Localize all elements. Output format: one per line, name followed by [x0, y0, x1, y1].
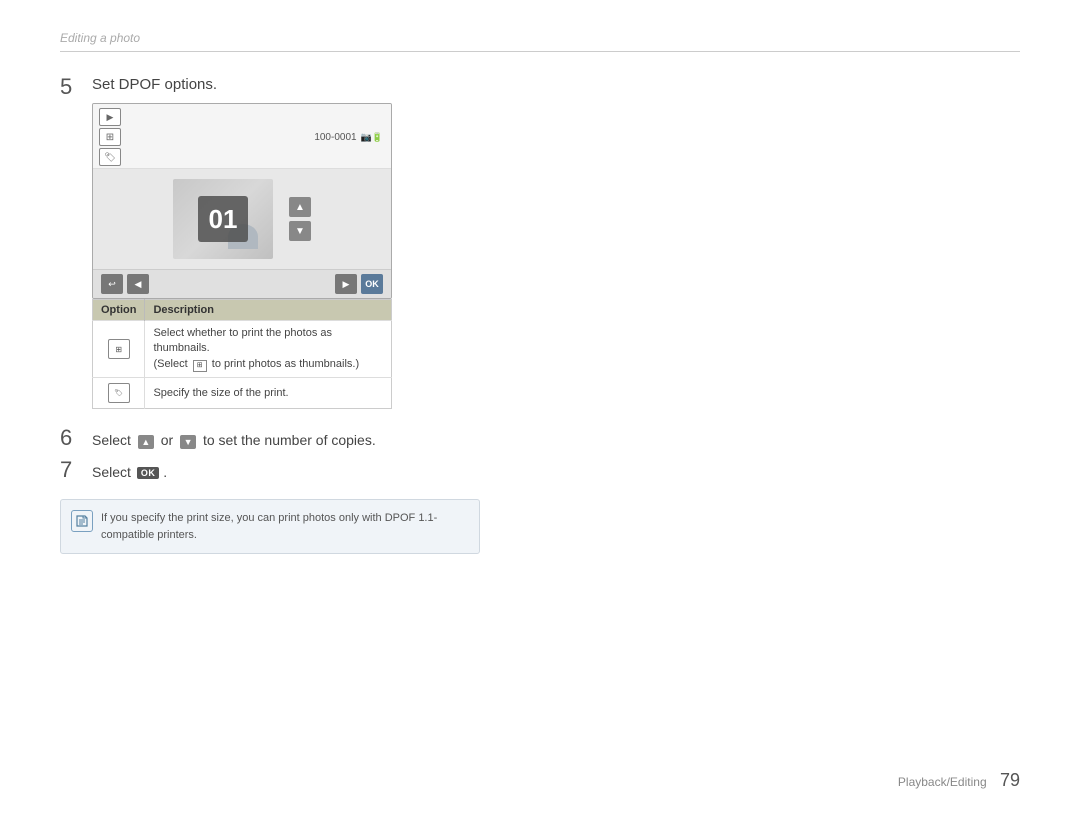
step-7-row: 7 Select OK . [60, 459, 1020, 483]
option-desc-1: Select whether to print the photos as th… [145, 321, 392, 378]
page-footer: Playback/Editing 79 [898, 770, 1020, 791]
thumbnail-icon: ⊞ [108, 339, 130, 359]
back-btn[interactable]: ↩ [101, 274, 123, 294]
play-icon [99, 108, 121, 126]
option-desc-2: Specify the size of the print. [145, 378, 392, 409]
note-icon [71, 510, 93, 532]
note-text: If you specify the print size, you can p… [101, 512, 437, 541]
bottom-left-btns: ↩ ◀ [101, 274, 149, 294]
camera-info-text: 100-0001 📷🔋 [314, 132, 383, 143]
ok-inline-label: OK [137, 467, 160, 479]
arrow-controls: ▲ ▼ [289, 197, 311, 241]
table-row: 🏷 Specify the size of the print. [93, 378, 392, 409]
options-table: Option Description ⊞ Select whether to p… [92, 299, 392, 409]
right-btn[interactable]: ▶ [335, 274, 357, 294]
step-6-text: Select ▲ or ▼ to set the number of copie… [92, 432, 376, 449]
breadcrumb: Editing a photo [60, 30, 1020, 52]
step-5-content: Set DPOF options. 100-0001 📷🔋 [92, 76, 1020, 409]
up-arrow-icon: ▲ [138, 435, 154, 449]
left-btn[interactable]: ◀ [127, 274, 149, 294]
camera-bottom-bar: ↩ ◀ ▶ OK [93, 269, 391, 298]
label-icon [99, 148, 121, 166]
col-description: Description [145, 300, 392, 321]
camera-main-area: 01 ▲ ▼ [93, 169, 391, 269]
camera-top-left-icons [99, 108, 121, 166]
photo-area: 01 [173, 179, 273, 259]
page-number: 79 [1000, 770, 1020, 790]
table-row: ⊞ Select whether to print the photos as … [93, 321, 392, 378]
step-7-number: 7 [60, 457, 92, 483]
down-arrow-btn[interactable]: ▼ [289, 221, 311, 241]
step-5-number: 5 [60, 74, 92, 100]
option-icon-2: 🏷 [93, 378, 145, 409]
grid-icon [99, 128, 121, 146]
step-6-row: 6 Select ▲ or ▼ to set the number of cop… [60, 427, 1020, 451]
breadcrumb-text: Editing a photo [60, 31, 140, 45]
down-arrow-icon: ▼ [180, 435, 196, 449]
ok-btn[interactable]: OK [361, 274, 383, 294]
col-option: Option [93, 300, 145, 321]
bottom-right-btns: ▶ OK [335, 274, 383, 294]
steps-lower: 6 Select ▲ or ▼ to set the number of cop… [60, 427, 1020, 483]
up-arrow-btn[interactable]: ▲ [289, 197, 311, 217]
step-5-row: 5 Set DPOF options. 100-0001 📷🔋 [60, 76, 1020, 409]
note-box: If you specify the print size, you can p… [60, 499, 480, 554]
camera-top-bar: 100-0001 📷🔋 [93, 104, 391, 169]
step-6-number: 6 [60, 425, 92, 451]
option-icon-1: ⊞ [93, 321, 145, 378]
camera-screen: 100-0001 📷🔋 01 ▲ ▼ [92, 103, 392, 299]
number-badge: 01 [198, 196, 248, 242]
label-size-icon: 🏷 [108, 383, 130, 403]
footer-text: Playback/Editing [898, 775, 987, 789]
step-5-title: Set DPOF options. [92, 76, 1020, 93]
step-7-text: Select OK . [92, 464, 167, 480]
